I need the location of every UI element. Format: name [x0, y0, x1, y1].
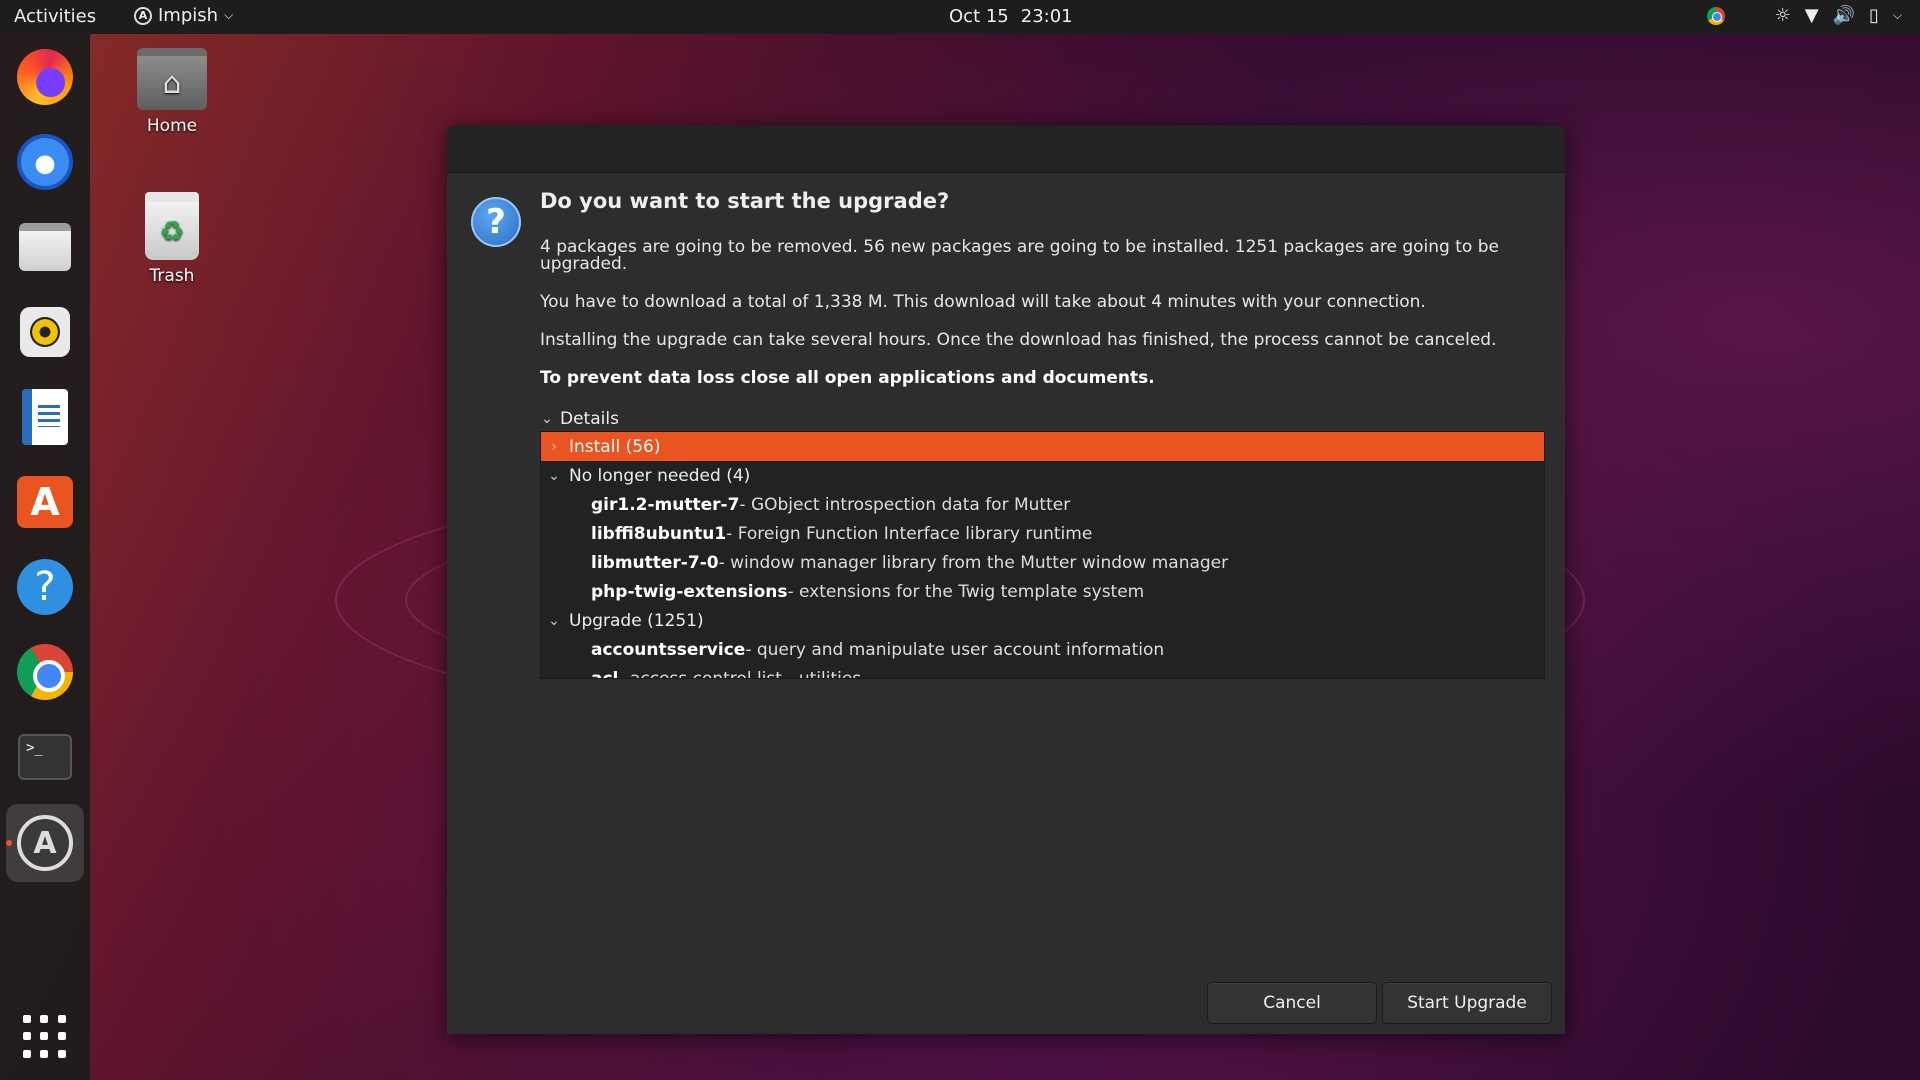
dock-help[interactable]: ? — [14, 556, 76, 618]
show-applications-button[interactable] — [14, 1006, 76, 1068]
app-menu[interactable]: A Impish ⌵ — [134, 5, 233, 26]
package-desc: - extensions for the Twig template syste… — [787, 581, 1145, 602]
software-updater-small-icon: A — [134, 6, 152, 25]
desktop-trash-label: Trash — [149, 266, 195, 286]
software-store-icon: A — [17, 476, 73, 528]
dock-thunderbird[interactable] — [14, 131, 76, 193]
tree-row[interactable]: acl - access control list - utilities — [541, 664, 1544, 679]
night-light-icon: ☼ — [1774, 5, 1791, 26]
wifi-icon: ▼ — [1804, 5, 1819, 26]
dock-terminal[interactable]: >_ — [14, 726, 76, 788]
warning-text: To prevent data loss close all open appl… — [540, 368, 1155, 388]
start-upgrade-button[interactable]: Start Upgrade — [1382, 982, 1552, 1024]
clock-time: 23:01 — [1020, 6, 1073, 27]
package-name: php-twig-extensions — [591, 581, 788, 602]
dock-software[interactable]: A — [14, 471, 76, 533]
running-indicator — [6, 840, 12, 846]
tree-group-install[interactable]: › Install (56) — [541, 432, 1544, 461]
desktop-trash[interactable]: ♻ Trash — [117, 192, 227, 286]
package-name: acl — [591, 668, 619, 679]
dock-rhythmbox[interactable] — [14, 301, 76, 363]
terminal-icon: >_ — [18, 734, 72, 780]
dock-writer[interactable] — [14, 386, 76, 448]
clock-date: Oct 15 — [949, 6, 1009, 27]
dock-software-updater[interactable]: A — [6, 804, 84, 882]
tree-group-label: No longer needed (4) — [569, 465, 751, 486]
help-icon: ? — [17, 559, 73, 615]
thunderbird-icon — [17, 134, 73, 190]
chevron-right-icon: › — [551, 438, 557, 455]
tree-row[interactable]: accountsservice - query and manipulate u… — [541, 635, 1544, 664]
top-bar: Activities A Impish ⌵ Oct 15 23:01 ☼ ▼ 🔊 … — [0, 0, 1920, 34]
chevron-down-icon: ⌵ — [1892, 8, 1902, 22]
files-icon — [19, 223, 71, 271]
tree-group-upgrade[interactable]: ⌄ Upgrade (1251) — [541, 606, 1544, 635]
tree-row[interactable]: php-twig-extensions - extensions for the… — [541, 577, 1544, 606]
chrome-tray-icon[interactable] — [1706, 6, 1725, 25]
chevron-down-icon: ⌵ — [224, 8, 234, 22]
upgrade-dialog: ? Do you want to start the upgrade? 4 pa… — [447, 125, 1565, 1034]
clock[interactable]: Oct 15 23:01 — [949, 6, 1073, 27]
desktop-home-label: Home — [146, 116, 198, 136]
writer-icon — [22, 389, 68, 445]
package-name: accountsservice — [591, 639, 746, 660]
desktop-home[interactable]: ⌂ Home — [117, 48, 227, 136]
battery-icon: ▯ — [1868, 5, 1879, 26]
package-desc: - query and manipulate user account info… — [745, 639, 1165, 660]
chevron-down-icon: ⌄ — [548, 612, 560, 629]
package-tree[interactable]: › Install (56) ⌄ No longer needed (4) gi… — [540, 431, 1545, 679]
software-updater-icon: A — [17, 815, 73, 871]
package-name: libmutter-7-0 — [591, 552, 719, 573]
tree-row[interactable]: gir1.2-mutter-7 - GObject introspection … — [541, 490, 1544, 519]
package-desc: - access control list - utilities — [618, 668, 862, 679]
package-desc: - window manager library from the Mutter… — [718, 552, 1229, 573]
app-menu-label: Impish — [158, 5, 219, 26]
chrome-icon — [17, 644, 73, 700]
package-name: libffi8ubuntu1 — [591, 523, 727, 544]
dock-firefox[interactable] — [14, 46, 76, 108]
tree-row[interactable]: libmutter-7-0 - window manager library f… — [541, 548, 1544, 577]
activities-button[interactable]: Activities — [14, 6, 96, 27]
tree-group-label: Install (56) — [569, 436, 661, 457]
tree-group-label: Upgrade (1251) — [569, 610, 704, 631]
package-name: gir1.2-mutter-7 — [591, 494, 740, 515]
chevron-down-icon: ⌄ — [548, 467, 560, 484]
details-label: Details — [560, 409, 619, 429]
rhythmbox-icon — [20, 307, 70, 357]
dialog-titlebar[interactable] — [447, 125, 1565, 173]
volume-icon: 🔊 — [1832, 5, 1855, 26]
app-grid-icon — [23, 1015, 67, 1059]
dock-chrome[interactable] — [14, 641, 76, 703]
chevron-down-icon: ⌄ — [541, 411, 553, 427]
package-desc: - GObject introspection data for Mutter — [739, 494, 1071, 515]
dock: A ? >_ A — [0, 34, 90, 1080]
details-expander[interactable]: ⌄ Details — [540, 409, 1550, 429]
tree-row[interactable]: libffi8ubuntu1 - Foreign Function Interf… — [541, 519, 1544, 548]
duration-text: Installing the upgrade can take several … — [540, 330, 1497, 350]
dialog-content: Do you want to start the upgrade? 4 pack… — [540, 189, 1550, 679]
system-tray[interactable]: ☼ ▼ 🔊 ▯ ⌵ — [1706, 5, 1902, 26]
tree-group-no-longer-needed[interactable]: ⌄ No longer needed (4) — [541, 461, 1544, 490]
question-icon: ? — [471, 197, 521, 247]
trash-icon: ♻ — [145, 192, 199, 260]
package-desc: - Foreign Function Interface library run… — [726, 523, 1093, 544]
home-folder-icon: ⌂ — [137, 48, 207, 110]
firefox-icon — [17, 49, 73, 105]
dialog-heading: Do you want to start the upgrade? — [540, 189, 950, 213]
summary-text: 4 packages are going to be removed. 56 n… — [540, 237, 1499, 274]
download-text: You have to download a total of 1,338 M.… — [540, 292, 1426, 312]
dock-files[interactable] — [14, 216, 76, 278]
cancel-button[interactable]: Cancel — [1207, 982, 1377, 1024]
